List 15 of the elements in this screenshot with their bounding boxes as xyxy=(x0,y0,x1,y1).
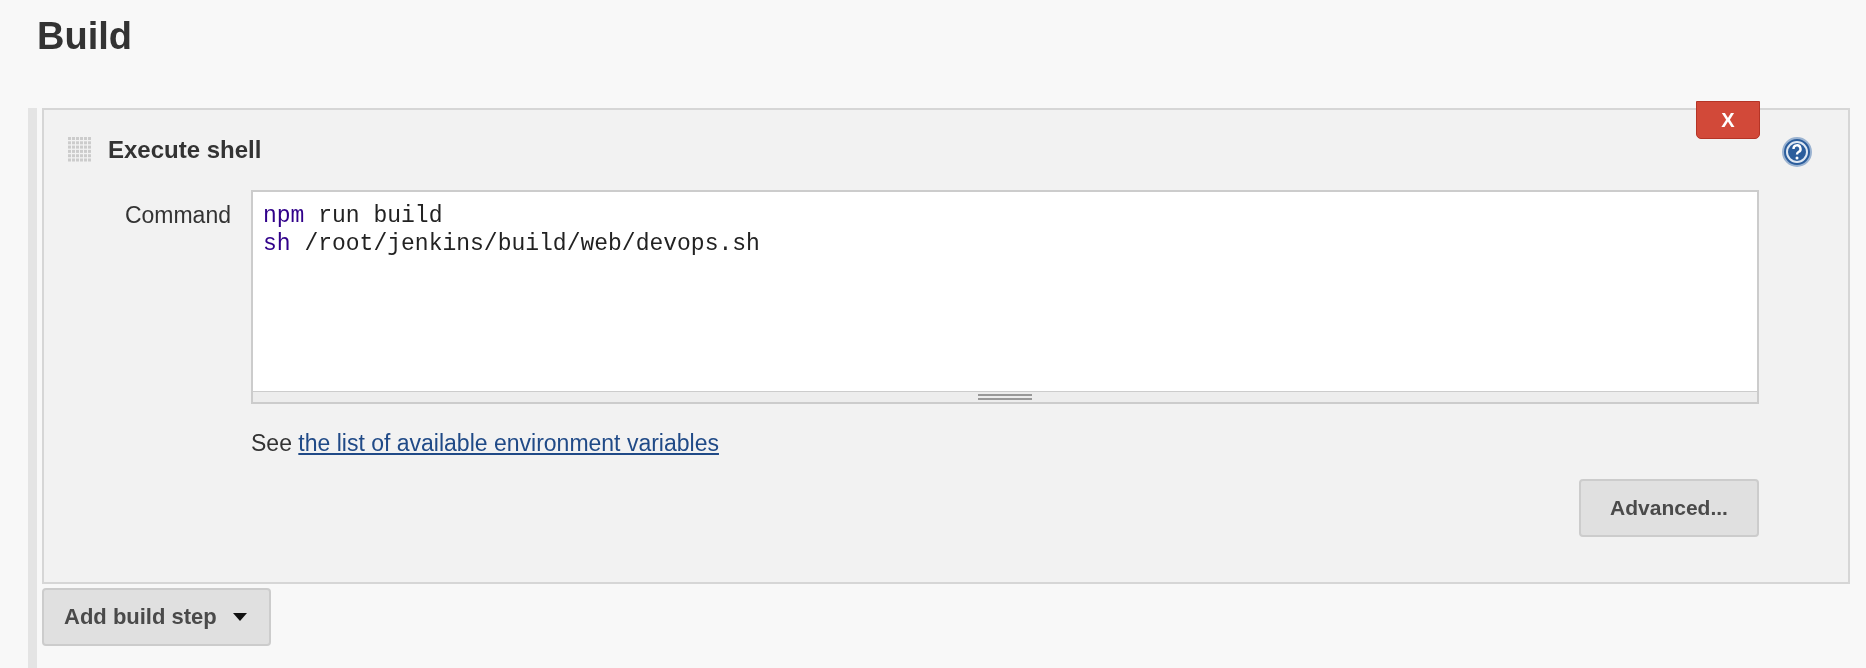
step-title: Execute shell xyxy=(108,136,262,164)
code-line: npm run build xyxy=(263,202,444,230)
command-editor[interactable]: npm run build sh /root/jenkins/build/web/devops.sh xyxy=(251,190,1759,404)
resize-handle-icon[interactable] xyxy=(978,394,1032,400)
environment-variables-link[interactable]: the list of available environment variables xyxy=(298,430,719,456)
add-build-step-button[interactable]: Add build step xyxy=(42,588,271,646)
help-text: See the list of available environment variables xyxy=(251,430,720,457)
advanced-button[interactable]: Advanced... xyxy=(1579,479,1759,537)
code-line: sh /root/jenkins/build/web/devops.sh xyxy=(263,230,761,258)
drag-handle-icon[interactable] xyxy=(68,137,92,163)
delete-button[interactable]: X xyxy=(1696,101,1760,139)
section-title: Build xyxy=(37,14,133,59)
help-icon[interactable] xyxy=(1782,137,1812,167)
caret-icon xyxy=(232,613,247,621)
field-label: Command xyxy=(123,201,232,230)
